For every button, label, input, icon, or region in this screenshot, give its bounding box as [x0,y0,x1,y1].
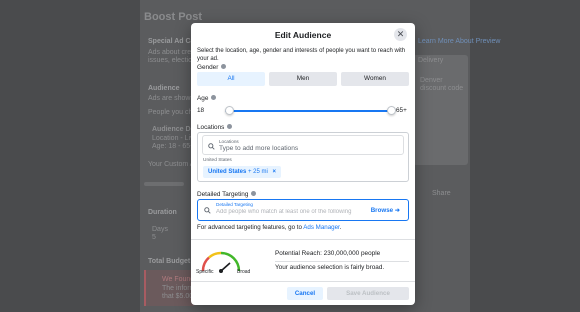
bg-text: Ads are shown [148,95,195,102]
gauge-broad-label: Broad [237,269,251,275]
detailed-targeting-field-label: Detailed Targeting [216,202,253,207]
advanced-targeting-text: For advanced targeting features, go to A… [197,224,342,231]
info-icon[interactable] [221,63,227,69]
ads-manager-link[interactable]: Ads Manager [303,224,339,231]
bg-text: Learn More About Preview [418,38,501,45]
bg-text: Special Ad Ca [148,38,195,45]
bg-text: Days [152,226,168,233]
bg-text: We Found [162,276,195,283]
bg-text: discount code [420,85,464,92]
intro-text: Select the location, age, gender and int… [197,48,406,62]
section-divider [191,239,415,240]
potential-reach: Potential Reach: 230,000,000 people [275,250,381,257]
footer-divider [191,281,415,282]
gender-label-text: Gender [197,64,219,71]
advanced-suffix: . [339,224,342,231]
bg-text: Denver [420,77,443,84]
search-icon [208,143,215,150]
browse-button[interactable]: Browse ➜ [371,207,400,214]
bg-text: Age: 18 - 65+ [152,143,195,150]
info-icon[interactable] [251,190,257,196]
modal-title: Edit Audience [274,30,332,40]
edit-audience-modal: Edit Audience ✕ Select the location, age… [191,23,415,305]
close-button[interactable]: ✕ [394,28,407,41]
cancel-button[interactable]: Cancel [287,287,323,300]
detailed-targeting-label: Detailed Targeting [197,190,257,198]
gender-women-button[interactable]: Women [341,72,409,86]
bg-text: Total Budget [148,258,191,265]
reach-divider [275,261,409,262]
info-icon[interactable] [227,123,233,129]
detailed-targeting-label-text: Detailed Targeting [197,191,249,198]
modal-header: Edit Audience ✕ [191,23,415,45]
locations-label: Locations [197,123,233,131]
age-min-value: 18 [197,107,205,114]
arrow-right-icon: ➜ [394,207,400,214]
location-chip[interactable]: United States + 25 mi × [203,166,282,178]
audience-breadth-note: Your audience selection is fairly broad. [275,264,385,271]
gender-label: Gender [197,63,227,71]
chip-country: United States [208,169,247,175]
bg-text: 5 [152,234,156,241]
detailed-targeting-field[interactable]: Detailed Targeting Browse ➜ [197,199,409,221]
age-label: Age [197,94,217,102]
chip-radius[interactable]: + 25 mi [248,169,268,175]
gender-selector: All Men Women [197,72,409,86]
bg-text: issues, election [148,57,196,64]
age-min-handle[interactable] [225,106,234,115]
locations-field-label: Locations [219,139,239,144]
search-icon [204,207,211,214]
locations-input[interactable] [219,145,399,152]
bg-text: Delivery [418,57,444,64]
gender-all-button[interactable]: All [197,72,265,86]
bg-ad-preview [413,55,468,165]
locations-box: Locations United States United States + … [197,132,409,182]
close-icon: ✕ [396,29,405,39]
country-label: United States [203,158,232,163]
advanced-text: For advanced targeting features, go to [197,224,304,231]
locations-search-field[interactable]: Locations [202,135,404,155]
age-range-track[interactable] [225,110,393,112]
bg-text: Share [432,190,451,197]
age-max-handle[interactable] [387,106,396,115]
age-max-value: 65+ [396,107,407,114]
bg-text: Ads about cred [148,49,196,56]
bg-placeholder-line [144,182,184,186]
save-audience-button[interactable]: Save Audience [327,287,409,300]
browse-label: Browse [370,207,394,214]
gauge-specific-label: Specific [196,269,214,275]
gender-men-button[interactable]: Men [269,72,337,86]
remove-location-icon[interactable]: × [273,169,277,175]
locations-label-text: Locations [197,124,225,131]
age-label-text: Age [197,95,209,102]
info-icon[interactable] [211,94,217,100]
bg-text: that $5.00 [162,293,194,300]
bg-text: Audience [148,85,180,92]
bg-text: Duration [148,209,177,216]
background-page-title: Boost Post [144,11,203,23]
detailed-targeting-input[interactable] [216,209,366,215]
